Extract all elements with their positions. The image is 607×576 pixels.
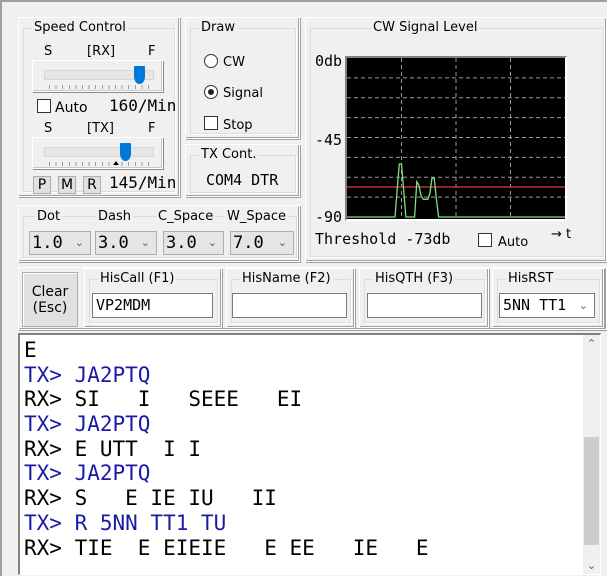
his-rst-select[interactable]: 5NN TT1 ⌄: [499, 293, 595, 318]
his-call-input[interactable]: VP2MDM: [92, 293, 213, 318]
chevron-down-icon: ⌄: [277, 236, 287, 249]
rx-auto-label: Auto: [55, 100, 88, 116]
clear-button-label: Clear: [31, 284, 69, 300]
rx-auto-checkbox[interactable]: [37, 99, 51, 113]
log-line-tx: TX> R 5NN TT1 TU: [24, 510, 227, 535]
signal-chart-svg: [347, 58, 565, 219]
clear-button-shortcut: (Esc): [32, 300, 68, 316]
preset-m-button[interactable]: M: [58, 176, 76, 194]
tx-cont-title: TX Cont.: [199, 147, 259, 163]
tx-slider-ticks: [49, 162, 149, 166]
rx-slider-ticks: [49, 85, 149, 89]
his-qth-label: HisQTH (F3): [373, 271, 456, 287]
threshold-auto-label: Auto: [498, 235, 529, 250]
dash-label: Dash: [96, 209, 133, 224]
his-name-label: HisName (F2): [240, 271, 333, 287]
tx-slider-thumb[interactable]: [120, 143, 132, 161]
his-qth-input[interactable]: [367, 293, 482, 318]
dot-select-value: 1.0: [32, 233, 63, 253]
preset-p-button[interactable]: P: [33, 176, 51, 194]
draw-panel: Draw CW Signal Stop: [185, 17, 300, 139]
rx-slider-thumb[interactable]: [133, 66, 145, 84]
draw-cw-label: CW: [223, 55, 245, 70]
log-line-tx: TX> JA2PTQ: [24, 461, 151, 486]
w-space-label: W_Space: [225, 209, 288, 224]
tx-speed-value: 145/Min: [109, 173, 177, 192]
scroll-down-icon[interactable]: ⌄: [583, 557, 600, 574]
signal-graph: [345, 56, 567, 221]
threshold-label: Threshold -73db: [315, 230, 451, 248]
tx-speed-slider[interactable]: [32, 137, 163, 169]
rx-slow-label: S: [44, 44, 53, 59]
tx-slow-label: S: [44, 121, 53, 136]
his-rst-label: HisRST: [506, 271, 556, 287]
scroll-up-icon[interactable]: ⌃: [583, 335, 600, 352]
log-line-tx: TX> JA2PTQ: [24, 412, 151, 437]
preset-r-button[interactable]: R: [83, 176, 101, 194]
draw-cw-radio[interactable]: [204, 54, 218, 68]
tx-slider-marker-icon: [113, 161, 119, 165]
log-line-rx: RX> SI I SEEE EI: [24, 387, 303, 412]
timing-panel: Dot Dash C_Space W_Space 1.0 ⌄ 3.0 ⌄ 3.0…: [18, 205, 300, 262]
c-space-label: C_Space: [156, 209, 216, 224]
draw-stop-label: Stop: [223, 118, 253, 133]
log-scrollbar[interactable]: ⌃ ⌄: [583, 335, 600, 574]
log-line-tx: TX> JA2PTQ: [24, 362, 151, 387]
w-space-select-value: 7.0: [233, 233, 264, 253]
c-space-select[interactable]: 3.0 ⌄: [163, 231, 224, 255]
log-lines: E TX> JA2PTQ RX> SI I SEEE EI TX> JA2PTQ RX>…: [24, 338, 429, 560]
draw-title: Draw: [199, 20, 237, 36]
rx-fast-label: F: [148, 44, 156, 59]
log-line-rx: RX> E UTT I I: [24, 436, 202, 461]
speed-control-panel: Speed Control S [RX] F Auto 160/Min S [T…: [18, 17, 180, 197]
his-name-input[interactable]: [232, 293, 347, 318]
dot-label: Dot: [35, 209, 63, 224]
rx-speed-slider[interactable]: [32, 60, 163, 92]
c-space-select-value: 3.0: [166, 233, 197, 253]
tx-cont-value: COM4 DTR: [206, 171, 279, 189]
rx-speed-value: 160/Min: [109, 96, 177, 115]
tx-label: [TX]: [87, 121, 114, 136]
scroll-thumb[interactable]: [584, 437, 599, 545]
draw-signal-label: Signal: [223, 86, 263, 101]
time-axis-label: → t: [551, 227, 572, 242]
clear-button[interactable]: Clear (Esc): [22, 272, 78, 327]
y-label-minus45: -45: [315, 131, 343, 149]
speed-control-title: Speed Control: [32, 20, 128, 36]
dash-select[interactable]: 3.0 ⌄: [95, 231, 157, 255]
draw-signal-radio[interactable]: [204, 85, 218, 99]
y-label-0db: 0db: [315, 52, 343, 70]
his-rst-value: 5NN TT1: [503, 296, 567, 314]
log-line-rx: RX> TIE E EIEIE E EE IE E: [24, 535, 429, 560]
draw-stop-checkbox[interactable]: [204, 116, 218, 130]
chevron-down-icon: ⌄: [578, 299, 588, 312]
log-line-rx: RX> S E IE IU II: [24, 486, 277, 511]
chevron-down-icon: ⌄: [74, 236, 84, 249]
dot-select[interactable]: 1.0 ⌄: [29, 231, 91, 255]
rx-label: [RX]: [87, 44, 116, 59]
dash-select-value: 3.0: [98, 233, 129, 253]
y-label-minus90: -90: [315, 208, 343, 226]
threshold-auto-checkbox[interactable]: [478, 233, 492, 247]
tx-slider-track: [44, 147, 154, 157]
chevron-down-icon: ⌄: [140, 236, 150, 249]
his-call-label: HisCall (F1): [98, 271, 177, 287]
tx-fast-label: F: [148, 121, 156, 136]
log-line-rx: E: [24, 338, 37, 362]
qso-log-textarea[interactable]: E TX> JA2PTQ RX> SI I SEEE EI TX> JA2PTQ RX>…: [18, 333, 601, 575]
tx-cont-panel: TX Cont. COM4 DTR: [185, 144, 300, 197]
w-space-select[interactable]: 7.0 ⌄: [230, 231, 294, 255]
chevron-down-icon: ⌄: [207, 236, 217, 249]
signal-level-title: CW Signal Level: [371, 20, 480, 36]
